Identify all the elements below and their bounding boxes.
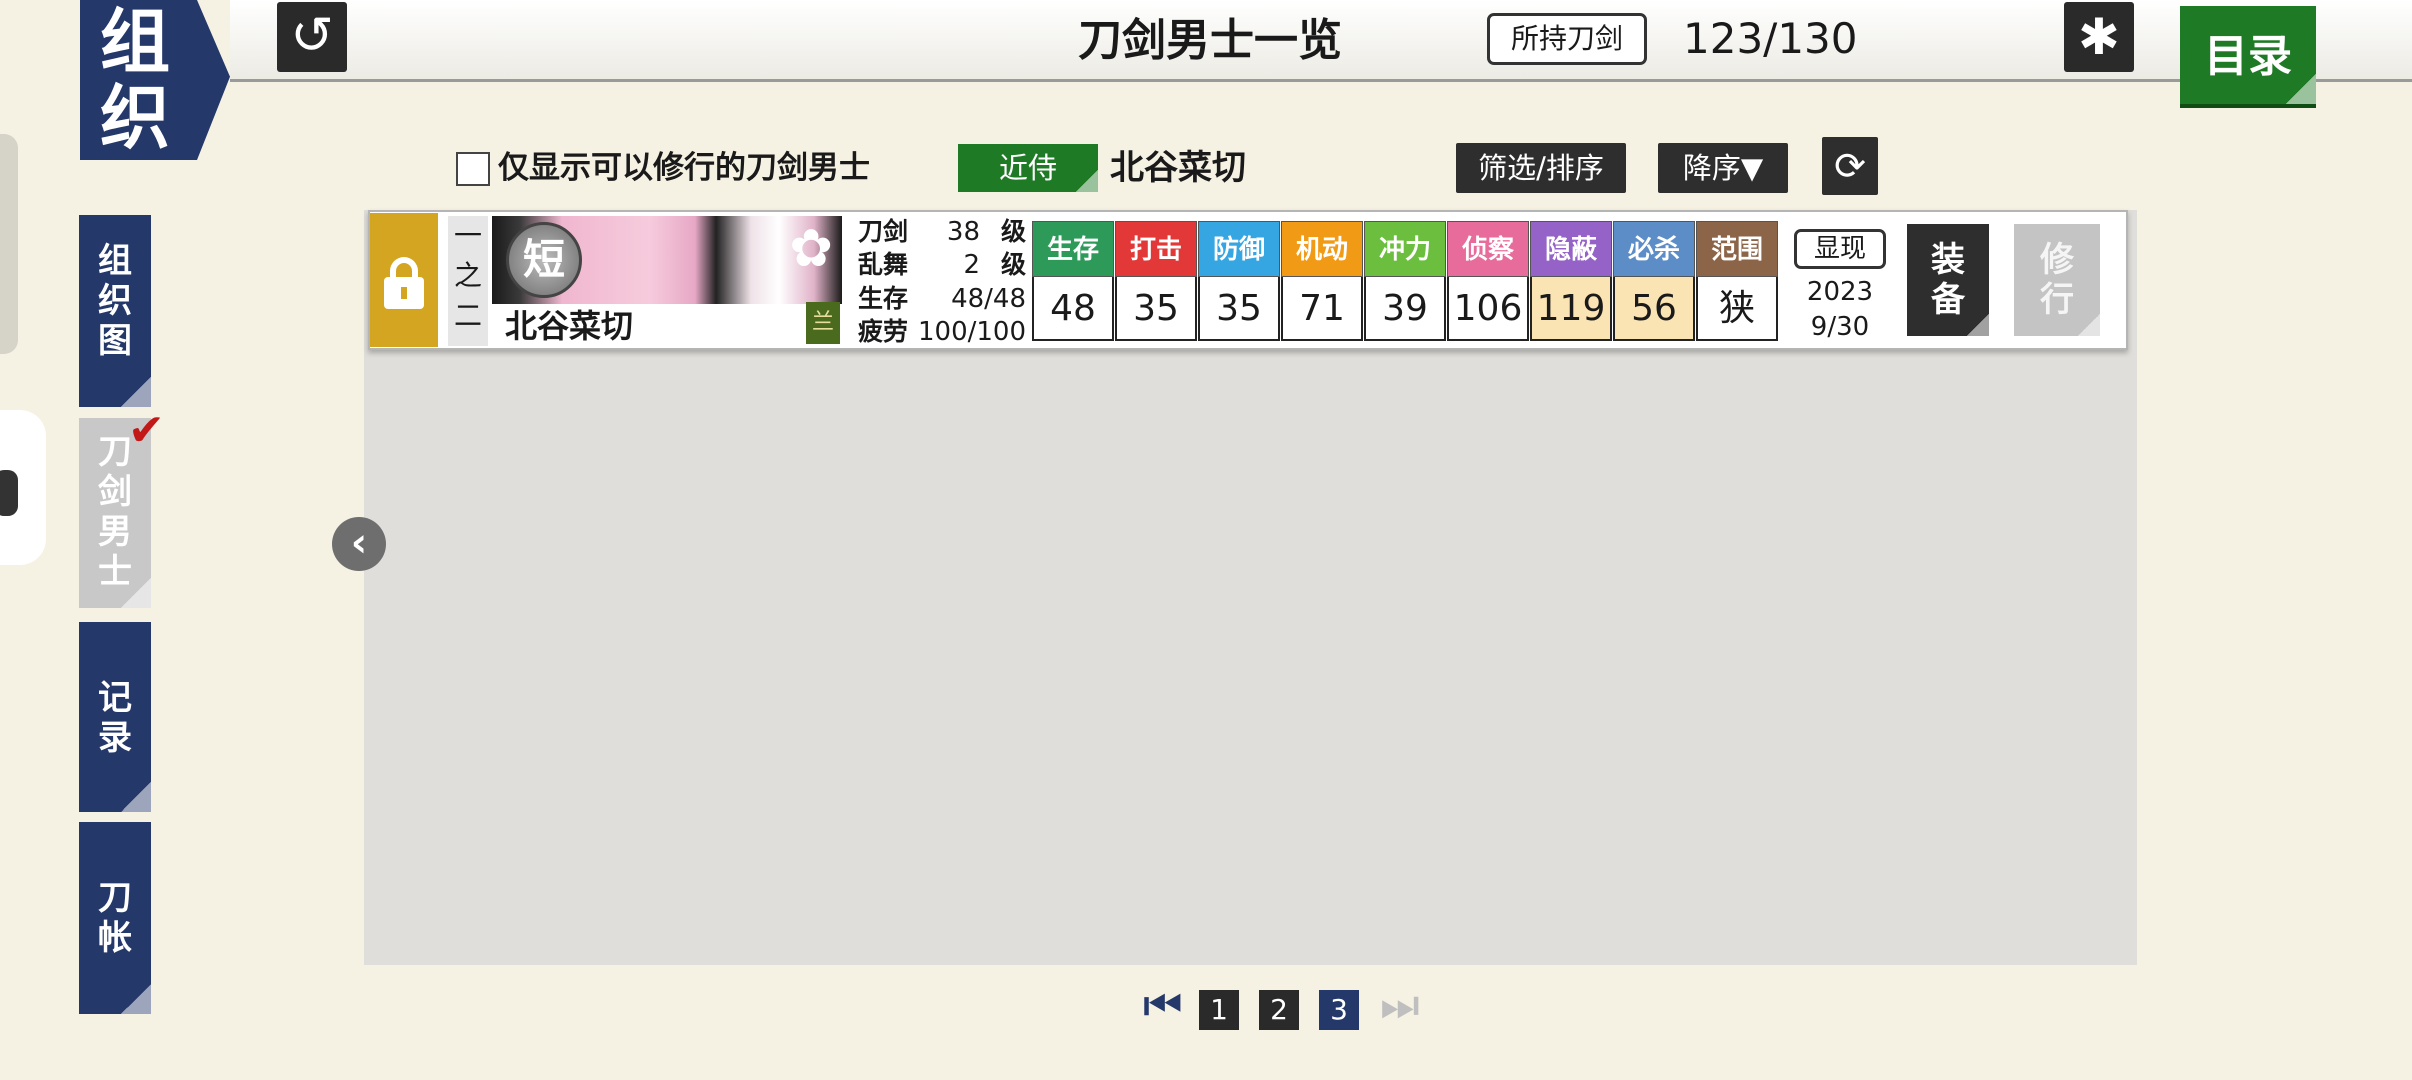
refresh-icon: ⟳ [1834,144,1866,188]
stat-value: 119 [1530,277,1612,341]
back-button[interactable]: ↺ [277,2,347,72]
first-page-icon: ⏮ [1143,980,1183,1031]
equip-label-char: 装 [1931,240,1965,280]
stat-value: 48 [1032,277,1114,341]
active-check-icon: ✔ [128,405,165,456]
filter-sort-button[interactable]: 筛选/排序 [1456,143,1626,193]
stat-hp: 生存 48 [1032,221,1114,341]
last-page-button[interactable]: ⏭ [1380,984,1428,1028]
stat-attack: 打击 35 [1115,221,1197,341]
stat-defense: 防御 35 [1198,221,1280,341]
stat-header: 防御 [1198,221,1280,277]
stat-header: 机动 [1281,221,1363,277]
lock-icon-keyhole [401,287,407,299]
stat-scouting: 侦察 106 [1447,221,1529,341]
order-button[interactable]: 降序▼ [1658,143,1788,193]
settings-button[interactable]: ✱ [2064,2,2134,72]
stat-critical: 必杀 56 [1613,221,1695,341]
stat-value: 狭 [1696,277,1778,341]
page-button-3[interactable]: 3 [1319,990,1359,1030]
stat-value: 35 [1198,277,1280,341]
sakura-petal-icon: ✿ [789,219,833,279]
last-page-icon: ⏭ [1380,980,1420,1031]
stat-value: 35 [1115,277,1197,341]
stat-header: 生存 [1032,221,1114,277]
stat-value: 39 [1364,277,1446,341]
fatigue-value: 100/100 [917,317,1026,347]
section-title: 组织 [80,0,230,160]
sword-name: 北谷菜切 [505,307,634,345]
rank-tag: 兰 [806,302,840,344]
stat-header: 侦察 [1447,221,1529,277]
hp-value: 48/48 [951,284,1026,314]
corner-fold [121,377,151,407]
corner-fold [1076,170,1098,192]
left-edge-panel [0,134,18,354]
sidebar-item-label: 刀帐 [98,878,132,958]
stat-header: 打击 [1115,221,1197,277]
unit-position-char: 二 [453,299,482,332]
sidebar-item-records[interactable]: 记录 [79,622,151,812]
corner-fold [121,782,151,812]
sword-type-badge: 短 [506,222,582,298]
gear-icon: ✱ [2078,8,2120,66]
trainable-only-label[interactable]: 仅显示可以修行的刀剑男士 [498,146,918,190]
stat-value: 106 [1447,277,1529,341]
manifest-date: 9/30 [1810,312,1870,342]
unit-position-char: 之 [453,259,482,292]
left-edge-character-tab[interactable] [0,410,46,565]
owned-swords-label: 所持刀剑 [1487,13,1647,65]
sidebar-item-formation-chart[interactable]: 组织图 [79,215,151,407]
corner-fold [2286,74,2316,104]
chevron-left-icon: ‹ [350,520,368,566]
character-peek [0,470,18,516]
trainable-only-checkbox[interactable] [456,152,490,186]
level-value: 38 [946,217,980,247]
unit-position: 一 之 二 [448,216,488,346]
stat-header: 冲力 [1364,221,1446,277]
sidebar-item-sword-book[interactable]: 刀帐 [79,822,151,1014]
prev-arrow-button[interactable]: ‹ [332,517,386,571]
attendant-label: 近侍 [998,151,1057,185]
sidebar-item-label: 记录 [98,678,132,758]
corner-fold [2078,314,2100,336]
manifest-year: 2023 [1806,277,1874,307]
back-icon: ↺ [290,6,334,66]
training-label-char: 修 [2040,240,2074,280]
ranbu-value: 2 [963,250,980,280]
manifest-label: 显现 [1794,229,1886,269]
owned-swords-count: 123/130 [1683,14,1858,63]
stat-range: 范围 狭 [1696,221,1778,341]
sidebar-item-label: 刀剑男士 [98,432,132,592]
equip-button[interactable]: 装 备 [1907,224,1989,336]
unit-position-char: 一 [453,219,482,252]
page-button-1[interactable]: 1 [1199,990,1239,1030]
corner-fold [1967,314,1989,336]
stat-header: 范围 [1696,221,1778,277]
attendant-badge: 近侍 [958,144,1098,192]
stat-camouflage: 隐蔽 119 [1530,221,1612,341]
attendant-name: 北谷菜切 [1110,148,1246,188]
stat-header: 隐蔽 [1530,221,1612,277]
stat-header: 必杀 [1613,221,1695,277]
sidebar-item-label: 组织图 [98,241,132,361]
stat-impact: 冲力 39 [1364,221,1446,341]
menu-button[interactable]: 目录 [2180,6,2316,108]
training-button[interactable]: 修 行 [2014,224,2100,336]
corner-fold [121,578,151,608]
page-button-2[interactable]: 2 [1259,990,1299,1030]
refresh-button[interactable]: ⟳ [1822,137,1878,195]
stat-mobility: 机动 71 [1281,221,1363,341]
stat-value: 71 [1281,277,1363,341]
stat-value: 56 [1613,277,1695,341]
page-title: 刀剑男士一览 [1078,15,1342,66]
corner-fold [121,984,151,1014]
menu-label: 目录 [2204,31,2292,82]
first-page-button[interactable]: ⏮ [1143,984,1187,1028]
level-unit: 级 [1000,217,1026,246]
lock-toggle[interactable] [370,213,438,347]
ranbu-unit: 级 [1000,250,1026,279]
